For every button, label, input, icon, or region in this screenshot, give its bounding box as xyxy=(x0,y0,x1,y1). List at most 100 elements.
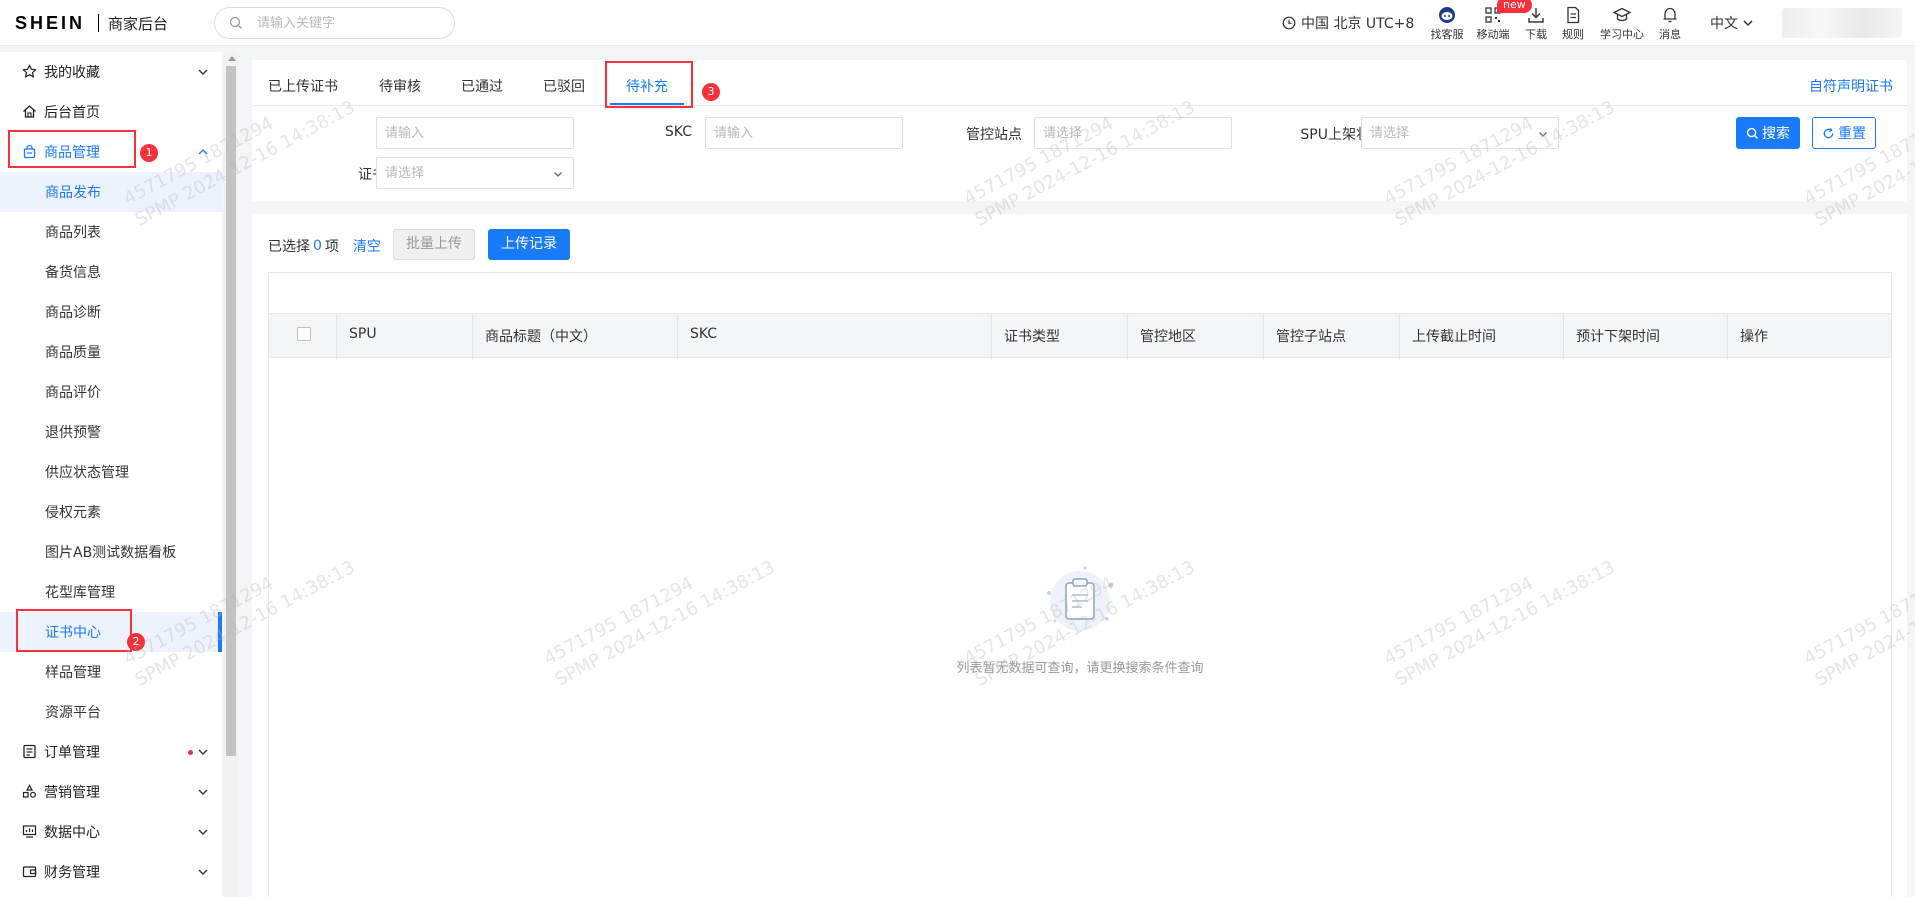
column-header-control-region: 管控地区 xyxy=(1140,329,1196,345)
chevron-down-icon xyxy=(197,827,209,837)
global-search-input[interactable] xyxy=(257,13,437,33)
scroll-up-arrow-icon[interactable] xyxy=(228,56,236,61)
sidebar-subitem-return-warning[interactable]: 退供预警 xyxy=(0,412,222,452)
self-declare-cert-link[interactable]: 自符声明证书 xyxy=(1809,76,1893,96)
timezone-selector[interactable]: 中国 北京 UTC+8 xyxy=(1282,13,1414,33)
reset-button-label: 重置 xyxy=(1838,126,1866,142)
user-account-menu[interactable] xyxy=(1782,8,1902,38)
tab-pending-review[interactable]: 待审核 xyxy=(379,76,421,96)
sidebar-scrollbar-thumb[interactable] xyxy=(226,66,236,756)
empty-state-text: 列表暂无数据可查询，请更换搜索条件查询 xyxy=(956,661,1204,676)
column-divider xyxy=(1263,314,1264,359)
brand-logo[interactable]: SHEIN xyxy=(15,13,85,34)
cert-type-input[interactable] xyxy=(385,164,542,182)
sidebar-subitem-supply-status[interactable]: 供应状态管理 xyxy=(0,452,222,492)
sidebar-subitem-product-reviews[interactable]: 商品评价 xyxy=(0,372,222,412)
column-header-upload-deadline: 上传截止时间 xyxy=(1412,329,1496,345)
sidebar-subitem-sample-mgmt[interactable]: 样品管理 xyxy=(0,652,222,692)
spu-shelf-status-input[interactable] xyxy=(1370,124,1527,142)
wallet-icon xyxy=(22,864,37,879)
learning-center-label: 学习中心 xyxy=(1600,28,1644,41)
select-all-checkbox[interactable] xyxy=(297,327,311,341)
sidebar-subitem-product-list[interactable]: 商品列表 xyxy=(0,212,222,252)
upload-records-button[interactable]: 上传记录 xyxy=(488,229,570,260)
chevron-down-icon xyxy=(553,171,563,178)
sidebar-subitem-product-diagnosis[interactable]: 商品诊断 xyxy=(0,292,222,332)
spu-input[interactable] xyxy=(385,124,542,142)
selection-suffix: 项 xyxy=(324,239,339,255)
column-header-actions: 操作 xyxy=(1740,329,1768,345)
chevron-down-icon xyxy=(197,787,209,797)
search-button-label: 搜索 xyxy=(1762,126,1790,142)
sidebar-subitem-infringement[interactable]: 侵权元素 xyxy=(0,492,222,532)
list-card: 已选择 0 项 清空 批量上传 上传记录 SPU 商品标题（中文） SKC 证书… xyxy=(252,214,1907,897)
search-button[interactable]: 搜索 xyxy=(1736,117,1800,149)
sidebar-subitem-product-publish[interactable]: 商品发布 xyxy=(0,172,222,212)
skc-input[interactable] xyxy=(714,124,871,142)
annotation-box-1 xyxy=(8,130,136,168)
sidebar-item-label: 数据中心 xyxy=(44,825,100,841)
sidebar-item-favorites[interactable]: 我的收藏 xyxy=(0,52,222,92)
sidebar-subitem-label: 退供预警 xyxy=(45,425,101,441)
sidebar-item-data-center[interactable]: 数据中心 xyxy=(0,812,222,852)
search-icon xyxy=(1746,127,1762,140)
learning-center-button[interactable]: 学习中心 xyxy=(1596,5,1648,42)
sidebar-item-finance-mgmt[interactable]: 财务管理 xyxy=(0,852,222,892)
spu-shelf-status-select[interactable] xyxy=(1361,117,1559,149)
column-header-cert-type: 证书类型 xyxy=(1004,329,1060,345)
column-divider xyxy=(991,314,992,359)
global-search[interactable] xyxy=(214,7,455,39)
spu-field[interactable] xyxy=(376,117,574,149)
monitor-chart-icon xyxy=(22,824,37,839)
control-site-input[interactable] xyxy=(1043,124,1200,142)
skc-field[interactable] xyxy=(705,117,903,149)
selection-summary: 已选择 0 项 清空 xyxy=(268,236,381,256)
sidebar-item-home[interactable]: 后台首页 xyxy=(0,92,222,132)
skc-label: SKC xyxy=(664,124,692,140)
control-site-select[interactable] xyxy=(1034,117,1232,149)
cert-type-select[interactable] xyxy=(376,157,574,189)
tab-approved[interactable]: 已通过 xyxy=(461,76,503,96)
sidebar-subitem-product-quality[interactable]: 商品质量 xyxy=(0,332,222,372)
sidebar-item-label: 后台首页 xyxy=(44,105,100,121)
sidebar-subitem-ab-test-dashboard[interactable]: 图片AB测试数据看板 xyxy=(0,532,222,572)
sidebar-item-order-mgmt[interactable]: 订单管理 xyxy=(0,732,222,772)
chevron-down-icon xyxy=(197,747,209,757)
sidebar-subitem-label: 图片AB测试数据看板 xyxy=(45,545,177,561)
column-header-spu: SPU xyxy=(349,326,377,342)
customer-service-button[interactable]: 找客服 xyxy=(1427,5,1467,42)
chevron-up-icon xyxy=(197,147,209,157)
rules-button[interactable]: 规则 xyxy=(1553,5,1593,42)
customer-service-label: 找客服 xyxy=(1430,28,1464,41)
batch-upload-button[interactable]: 批量上传 xyxy=(393,229,475,260)
reset-button[interactable]: 重置 xyxy=(1812,117,1876,149)
tab-rejected[interactable]: 已驳回 xyxy=(543,76,585,96)
download-button[interactable]: 下载 xyxy=(1516,5,1556,42)
language-selector[interactable]: 中文 xyxy=(1710,13,1754,33)
marketing-icon xyxy=(22,784,37,799)
sidebar-subitem-label: 样品管理 xyxy=(45,665,101,681)
sidebar-subitem-pattern-library[interactable]: 花型库管理 xyxy=(0,572,222,612)
sidebar-item-label: 营销管理 xyxy=(44,785,100,801)
chevron-down-icon xyxy=(1538,131,1548,138)
sidebar-item-label: 我的收藏 xyxy=(44,65,100,81)
sidebar-subitem-stock-info[interactable]: 备货信息 xyxy=(0,252,222,292)
sidebar-subitem-resource-platform[interactable]: 资源平台 xyxy=(0,692,222,732)
learning-center-icon xyxy=(1596,5,1648,25)
sidebar-subitem-label: 资源平台 xyxy=(45,705,101,721)
annotation-box-2 xyxy=(16,609,132,652)
refresh-icon xyxy=(1822,127,1838,140)
column-divider xyxy=(472,314,473,359)
clear-selection-link[interactable]: 清空 xyxy=(353,236,381,256)
sidebar-item-marketing-mgmt[interactable]: 营销管理 xyxy=(0,772,222,812)
column-header-skc: SKC xyxy=(690,326,718,342)
column-divider xyxy=(1399,314,1400,359)
chevron-down-icon xyxy=(1738,17,1754,29)
messages-button[interactable]: 消息 xyxy=(1650,5,1690,42)
column-header-expected-delist: 预计下架时间 xyxy=(1576,329,1660,345)
tab-uploaded[interactable]: 已上传证书 xyxy=(268,76,338,96)
sidebar-subitem-label: 商品列表 xyxy=(45,225,101,241)
certificate-table: SPU 商品标题（中文） SKC 证书类型 管控地区 管控子站点 上传截止时间 … xyxy=(268,272,1892,897)
selection-count: 0 xyxy=(313,238,322,254)
column-divider xyxy=(1727,314,1728,359)
